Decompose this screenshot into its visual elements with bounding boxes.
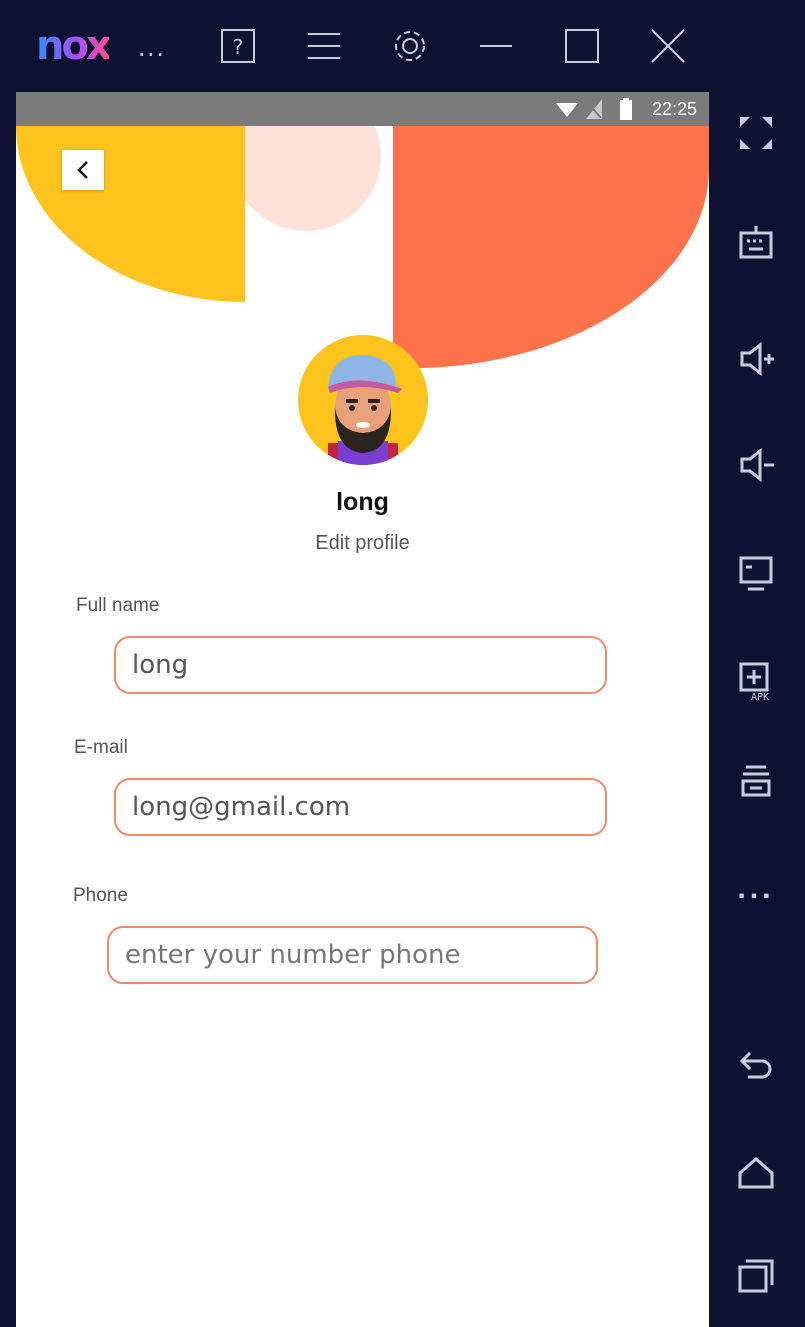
phone-label: Phone <box>73 885 128 906</box>
avatar[interactable] <box>298 335 428 465</box>
back-button[interactable] <box>62 150 104 190</box>
no-signal-icon <box>586 99 602 119</box>
menu-icon[interactable] <box>304 26 344 66</box>
screen-icon[interactable] <box>731 548 781 598</box>
more-icon[interactable]: ... <box>731 864 781 914</box>
apk-install-icon[interactable]: APK <box>731 656 781 706</box>
titlebar-more-button[interactable]: ... <box>138 34 166 60</box>
full-name-field[interactable]: long <box>114 636 607 694</box>
email-value: long@gmail.com <box>132 792 351 822</box>
svg-text:APK: APK <box>751 692 769 701</box>
fullscreen-icon[interactable] <box>731 108 781 158</box>
battery-icon <box>620 98 632 120</box>
email-field[interactable]: long@gmail.com <box>114 778 607 836</box>
help-icon[interactable]: ? <box>218 26 258 66</box>
close-icon[interactable] <box>648 26 688 66</box>
full-name-value: long <box>132 650 189 680</box>
svg-text:?: ? <box>233 35 244 59</box>
minimize-icon[interactable] <box>476 26 516 66</box>
keyboard-icon[interactable] <box>731 218 781 268</box>
android-recents-icon[interactable] <box>731 1250 781 1300</box>
volume-down-icon[interactable] <box>731 440 781 490</box>
phone-field[interactable]: enter your number phone <box>107 926 598 984</box>
profile-name: long <box>336 488 389 516</box>
edit-profile-subtitle: Edit profile <box>315 532 410 554</box>
full-name-label: Full name <box>76 595 160 616</box>
android-home-icon[interactable] <box>731 1148 781 1198</box>
settings-icon[interactable] <box>390 26 430 66</box>
android-screen: 22:25 long Edit profile Full name long E… <box>16 92 709 1327</box>
email-label: E-mail <box>74 737 128 758</box>
volume-up-icon[interactable] <box>731 334 781 384</box>
toolbox-icon[interactable] <box>731 756 781 806</box>
avatar-illustration <box>328 354 402 465</box>
android-back-icon[interactable] <box>731 1040 781 1090</box>
emulator-titlebar: nox ... ? <box>0 0 805 92</box>
status-time: 22:25 <box>651 99 697 119</box>
maximize-icon[interactable] <box>562 26 602 66</box>
wifi-icon <box>556 103 578 117</box>
status-bar: 22:25 <box>16 92 709 126</box>
nox-logo: nox <box>36 23 112 69</box>
chevron-left-icon <box>77 161 88 179</box>
phone-placeholder: enter your number phone <box>125 940 461 970</box>
emulator-sidebar: APK ... <box>709 0 805 1327</box>
